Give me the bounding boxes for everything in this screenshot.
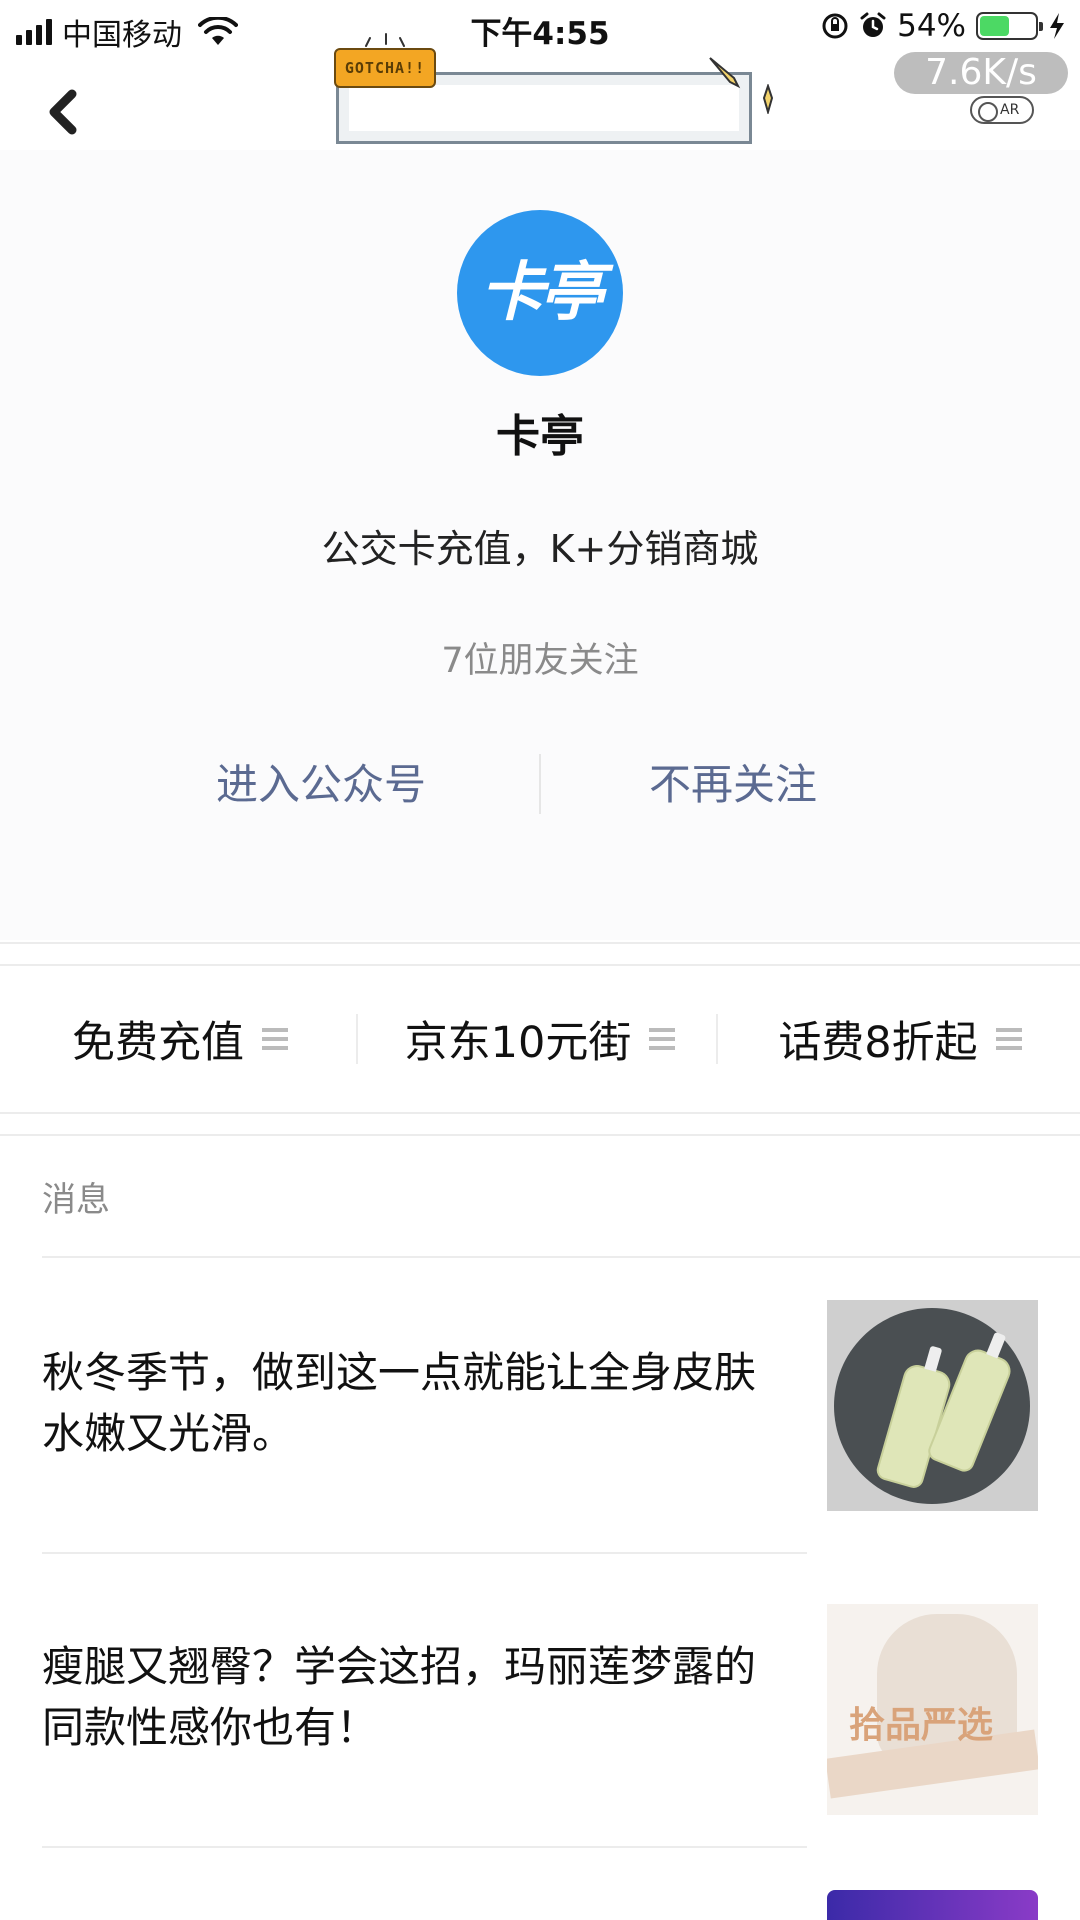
battery-fill bbox=[980, 16, 1010, 36]
friends-following[interactable]: 7位朋友关注 bbox=[0, 632, 1080, 683]
battery-icon bbox=[976, 12, 1043, 40]
status-bar-right: 54% bbox=[821, 8, 1066, 44]
orientation-lock-icon bbox=[822, 13, 848, 39]
menu-item-label: 京东10元街 bbox=[404, 1018, 632, 1068]
charging-icon bbox=[1050, 13, 1064, 39]
message-thumbnail-partial bbox=[827, 1890, 1038, 1920]
account-actions: 进入公众号 不再关注 bbox=[0, 750, 1080, 820]
menu-item-jd-street[interactable]: 京东10元街 bbox=[360, 966, 720, 1112]
back-button[interactable] bbox=[40, 82, 90, 142]
divider bbox=[0, 942, 1080, 944]
network-speed: 7.6K/s bbox=[894, 52, 1068, 94]
battery-percent: 54% bbox=[897, 8, 966, 44]
account-name: 卡亭 bbox=[496, 411, 584, 462]
menu-icon bbox=[995, 1026, 1022, 1052]
divider bbox=[42, 1846, 807, 1848]
sparkle-icon bbox=[365, 33, 405, 47]
thumbnail-brand-text: 拾品严选 bbox=[849, 1704, 994, 1746]
menu-icon bbox=[262, 1026, 288, 1052]
account-profile: 卡亭 卡亭 公交卡充值，K+分销商城 7位朋友关注 进入公众号 不再关注 bbox=[0, 150, 1080, 940]
enter-account-button[interactable]: 进入公众号 bbox=[156, 750, 486, 820]
gotcha-badge: GOTCHA!! bbox=[334, 48, 436, 88]
message-item[interactable]: 瘦腿又翘臀？学会这招，玛丽莲梦露的同款性感你也有！ 拾品严选 bbox=[0, 1554, 1080, 1848]
ar-toggle[interactable]: AR bbox=[970, 96, 1034, 124]
account-menu: 免费充值 京东10元街 话费8折起 bbox=[0, 966, 1080, 1112]
star-icon bbox=[762, 84, 774, 114]
menu-item-label: 免费充值 bbox=[72, 1018, 244, 1068]
message-title: 秋冬季节，做到这一点就能让全身皮肤水嫩又光滑。 bbox=[42, 1348, 757, 1458]
pencil-icon bbox=[709, 57, 741, 89]
menu-divider bbox=[716, 1014, 718, 1064]
message-thumbnail bbox=[827, 1300, 1038, 1511]
divider bbox=[0, 1112, 1080, 1114]
account-description: 公交卡充值，K+分销商城 bbox=[321, 527, 759, 571]
menu-item-free-recharge[interactable]: 免费充值 bbox=[0, 966, 360, 1112]
alarm-icon bbox=[860, 12, 886, 37]
menu-icon bbox=[649, 1026, 676, 1052]
gotcha-banner[interactable]: GOTCHA!! bbox=[332, 33, 782, 154]
product-photo bbox=[834, 1308, 1030, 1504]
menu-item-phone-discount[interactable]: 话费8折起 bbox=[720, 966, 1080, 1112]
menu-item-label: 话费8折起 bbox=[778, 1018, 978, 1068]
divider bbox=[0, 1134, 1080, 1136]
account-avatar: 卡亭 bbox=[457, 210, 623, 376]
message-item[interactable]: 秋冬季节，做到这一点就能让全身皮肤水嫩又光滑。 bbox=[0, 1258, 1080, 1552]
menu-divider bbox=[356, 1014, 358, 1064]
actions-divider bbox=[539, 754, 541, 814]
messages-section-title: 消息 bbox=[42, 1180, 110, 1220]
unfollow-button[interactable]: 不再关注 bbox=[568, 750, 898, 820]
message-title: 瘦腿又翘臀？学会这招，玛丽莲梦露的同款性感你也有！ bbox=[42, 1642, 757, 1752]
message-thumbnail: 拾品严选 bbox=[827, 1604, 1038, 1815]
